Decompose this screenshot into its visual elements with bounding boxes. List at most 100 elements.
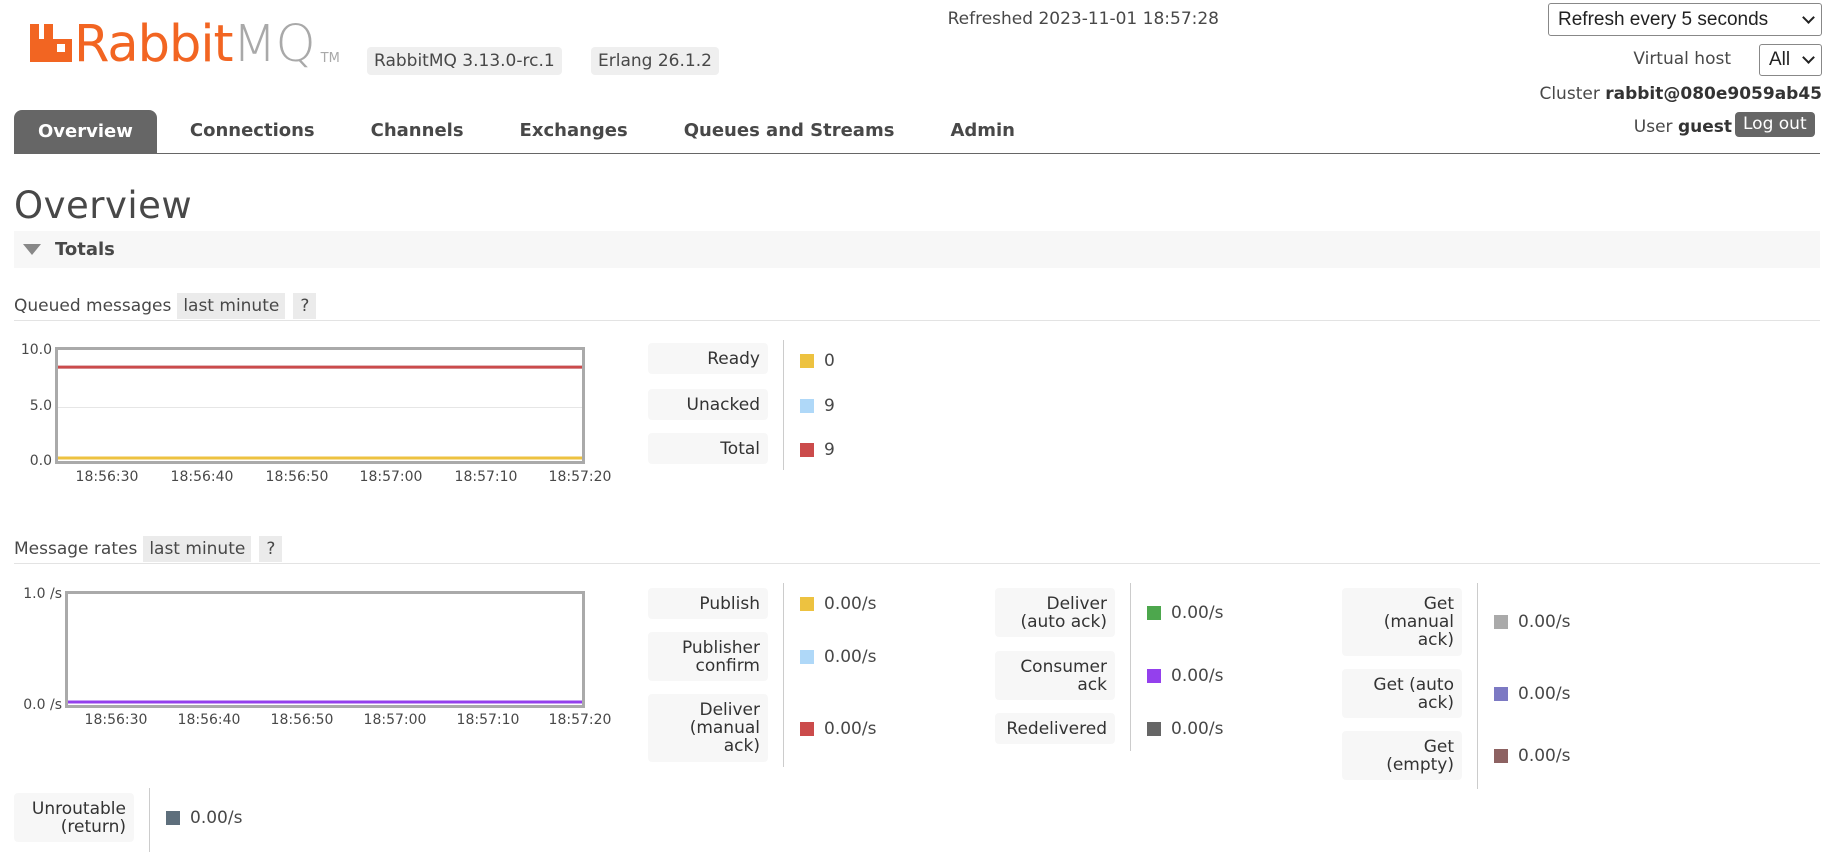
logout-button[interactable]: Log out xyxy=(1735,112,1815,137)
legend-divider xyxy=(783,583,784,767)
legend-value-consumer-ack: 0.00/s xyxy=(1147,666,1223,686)
x-tick-label: 18:57:00 xyxy=(359,469,423,485)
legend-value-ready: 0 xyxy=(800,351,835,371)
tab-connections[interactable]: Connections xyxy=(190,108,315,153)
legend-value-get-manual-ack: 0.00/s xyxy=(1494,612,1570,632)
refreshed-timestamp: Refreshed 2023-11-01 18:57:28 xyxy=(947,9,1219,29)
legend-label-deliver-manual-ack: Deliver (manual ack) xyxy=(648,694,768,762)
legend-value-deliver-auto-ack: 0.00/s xyxy=(1147,603,1223,623)
page-title: Overview xyxy=(14,184,193,227)
queued-help-button[interactable]: ? xyxy=(293,293,317,319)
x-tick-label: 18:57:10 xyxy=(454,469,518,485)
legend-label-get-empty: Get (empty) xyxy=(1342,731,1462,780)
main-nav-tabs: Overview Connections Channels Exchanges … xyxy=(14,108,1071,153)
x-tick-label: 18:56:50 xyxy=(265,469,329,485)
refresh-interval-select[interactable]: Refresh every 5 seconds xyxy=(1548,3,1822,36)
queued-messages-header: Queued messages last minute ? xyxy=(14,293,317,319)
deliver-auto-ack-color-swatch xyxy=(1147,606,1161,620)
section-divider xyxy=(14,320,1820,321)
y-tick-label: 1.0 /s xyxy=(23,586,62,602)
collapse-triangle-icon xyxy=(23,244,41,255)
chevron-down-icon xyxy=(1802,51,1815,64)
legend-label-total: Total xyxy=(648,433,768,464)
legend-divider xyxy=(1130,583,1131,751)
x-tick-label: 18:56:40 xyxy=(170,469,234,485)
legend-value-publish: 0.00/s xyxy=(800,594,876,614)
legend-value-deliver-manual-ack: 0.00/s xyxy=(800,719,876,739)
get-auto-ack-color-swatch xyxy=(1494,687,1508,701)
queued-messages-chart xyxy=(55,347,585,464)
unacked-color-swatch xyxy=(800,399,814,413)
legend-label-consumer-ack: Consumer ack xyxy=(995,651,1115,700)
get-manual-ack-color-swatch xyxy=(1494,615,1508,629)
legend-label-ready: Ready xyxy=(648,343,768,374)
legend-divider xyxy=(1477,583,1478,789)
deliver-manual-ack-color-swatch xyxy=(800,722,814,736)
y-tick-label: 10.0 xyxy=(20,342,52,358)
x-tick-label: 18:56:30 xyxy=(84,712,148,728)
rates-help-button[interactable]: ? xyxy=(259,536,283,562)
queued-range-button[interactable]: last minute xyxy=(177,293,286,319)
tab-overview[interactable]: Overview xyxy=(14,110,157,153)
rates-range-button[interactable]: last minute xyxy=(143,536,252,562)
rabbit-logo-icon xyxy=(30,24,72,62)
cluster-info: Cluster rabbit@080e9059ab45 xyxy=(1539,84,1822,104)
legend-divider xyxy=(783,340,784,470)
chevron-down-icon xyxy=(1802,10,1815,24)
y-tick-label: 0.0 xyxy=(29,453,52,469)
tab-channels[interactable]: Channels xyxy=(371,108,464,153)
tab-admin[interactable]: Admin xyxy=(950,108,1015,153)
legend-label-unacked: Unacked xyxy=(648,389,768,420)
y-tick-label: 5.0 xyxy=(29,398,52,414)
tab-exchanges[interactable]: Exchanges xyxy=(520,108,628,153)
vhost-select[interactable]: All xyxy=(1759,44,1822,76)
x-tick-label: 18:57:20 xyxy=(548,712,612,728)
x-tick-label: 18:57:10 xyxy=(456,712,520,728)
legend-label-get-manual-ack: Get (manual ack) xyxy=(1342,588,1462,656)
legend-value-get-auto-ack: 0.00/s xyxy=(1494,684,1570,704)
legend-value-unacked: 9 xyxy=(800,396,835,416)
total-color-swatch xyxy=(800,443,814,457)
ready-color-swatch xyxy=(800,354,814,368)
rabbitmq-logo: RabbitMQ TM xyxy=(30,18,340,70)
tab-divider xyxy=(14,153,1820,154)
legend-label-redelivered: Redelivered xyxy=(995,713,1115,744)
user-info: User guest xyxy=(1633,117,1732,137)
publisher-confirm-color-swatch xyxy=(800,650,814,664)
legend-label-unroutable-return: Unroutable (return) xyxy=(14,793,134,842)
x-tick-label: 18:56:50 xyxy=(270,712,334,728)
message-rates-chart xyxy=(65,591,585,708)
legend-label-get-auto-ack: Get (auto ack) xyxy=(1342,669,1462,718)
legend-label-deliver-auto-ack: Deliver (auto ack) xyxy=(995,588,1115,637)
legend-label-publisher-confirm: Publisher confirm xyxy=(648,632,768,681)
tab-queues-and-streams[interactable]: Queues and Streams xyxy=(684,108,895,153)
vhost-label: Virtual host xyxy=(1633,49,1731,69)
message-rates-header: Message rates last minute ? xyxy=(14,536,283,562)
y-tick-label: 0.0 /s xyxy=(23,697,62,713)
logo-trademark: TM xyxy=(320,51,340,66)
user-name: guest xyxy=(1677,117,1732,137)
erlang-badge: Erlang 26.1.2 xyxy=(591,47,719,75)
legend-value-total: 9 xyxy=(800,440,835,460)
unroutable-color-swatch xyxy=(166,811,180,825)
cluster-name: rabbit@080e9059ab45 xyxy=(1605,84,1822,104)
legend-value-get-empty: 0.00/s xyxy=(1494,746,1570,766)
get-empty-color-swatch xyxy=(1494,749,1508,763)
totals-title: Totals xyxy=(55,239,115,260)
queued-messages-label: Queued messages xyxy=(14,296,172,316)
legend-value-unroutable-return: 0.00/s xyxy=(166,808,242,828)
legend-value-publisher-confirm: 0.00/s xyxy=(800,647,876,667)
x-tick-label: 18:57:20 xyxy=(548,469,612,485)
legend-label-publish: Publish xyxy=(648,588,768,619)
totals-section-toggle[interactable]: Totals xyxy=(14,231,1820,268)
x-tick-label: 18:57:00 xyxy=(363,712,427,728)
legend-divider xyxy=(149,788,150,852)
version-badge: RabbitMQ 3.13.0-rc.1 xyxy=(367,47,562,75)
message-rates-label: Message rates xyxy=(14,539,138,559)
section-divider xyxy=(14,563,1820,564)
logo-wordmark: RabbitMQ xyxy=(74,15,316,74)
legend-value-redelivered: 0.00/s xyxy=(1147,719,1223,739)
publish-color-swatch xyxy=(800,597,814,611)
redelivered-color-swatch xyxy=(1147,722,1161,736)
consumer-ack-color-swatch xyxy=(1147,669,1161,683)
